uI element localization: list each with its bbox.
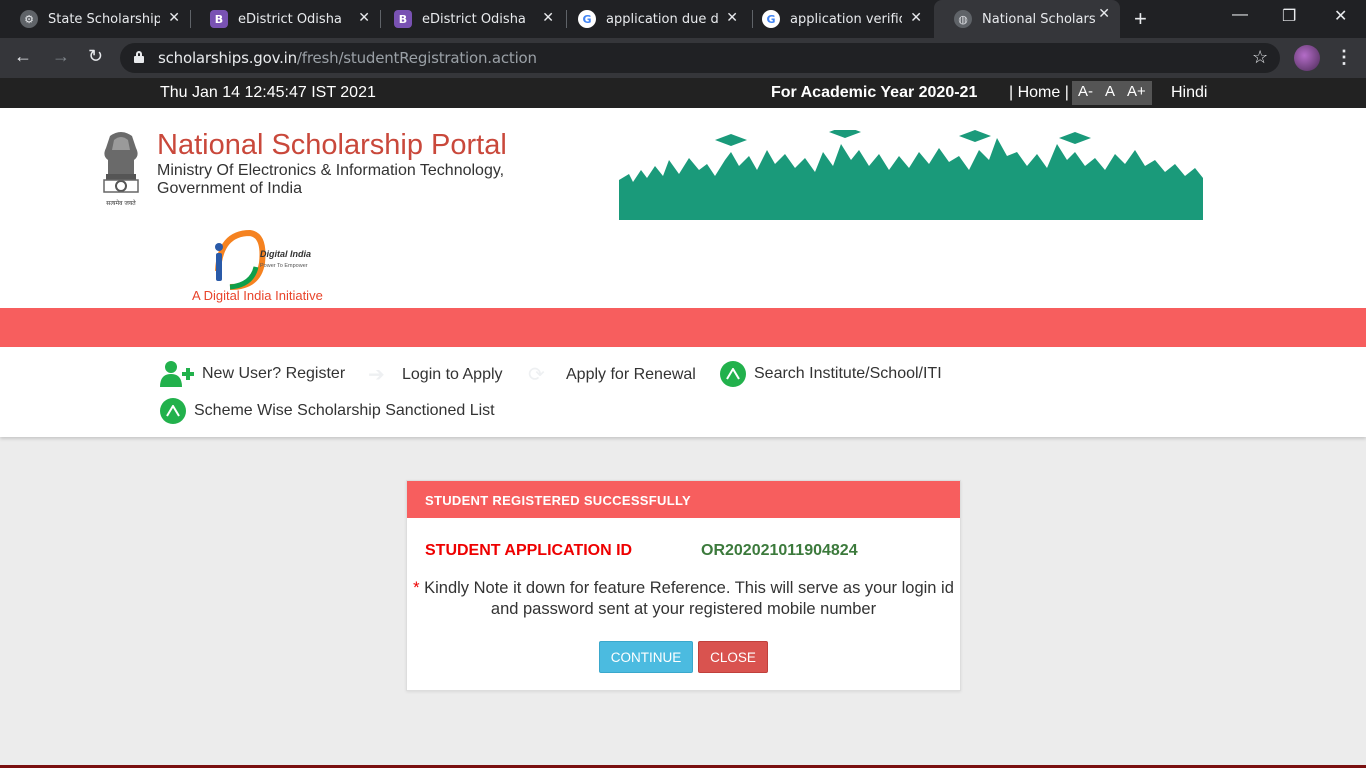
bootstrap-icon: B bbox=[210, 10, 228, 28]
font-decrease-button[interactable]: A- bbox=[1072, 81, 1099, 105]
academic-year: For Academic Year 2020-21 bbox=[771, 84, 978, 101]
ministry-text: Ministry Of Electronics & Information Te… bbox=[157, 162, 504, 198]
browser-tab[interactable]: B eDistrict Odisha ✕ bbox=[190, 4, 380, 34]
globe-icon: ◍ bbox=[954, 10, 972, 28]
login-arrow-icon: ➔ bbox=[368, 364, 385, 386]
site-top-strip: Thu Jan 14 12:45:47 IST 2021 For Academi… bbox=[0, 78, 1366, 108]
ministry-line: Ministry Of Electronics & Information Te… bbox=[157, 162, 505, 179]
menu-login-label: Login to Apply bbox=[402, 366, 503, 383]
restore-icon[interactable]: ❐ bbox=[1282, 6, 1296, 26]
font-size-controls: A- A A+ bbox=[1072, 81, 1152, 105]
browser-tab[interactable]: ⚙ State Scholarship P ✕ bbox=[0, 4, 190, 34]
note-text: Kindly Note it down for feature Referenc… bbox=[424, 579, 954, 618]
required-asterisk: * bbox=[413, 579, 420, 597]
tab-title: eDistrict Odisha bbox=[238, 11, 342, 27]
home-link[interactable]: | Home | bbox=[1009, 84, 1069, 102]
renew-icon: ⟳ bbox=[528, 364, 545, 386]
menu-sanctioned-list[interactable]: Scheme Wise Scholarship Sanctioned List bbox=[160, 398, 495, 424]
bootstrap-icon: B bbox=[394, 10, 412, 28]
header-accent-band bbox=[0, 308, 1366, 347]
menu-search-institute[interactable]: Search Institute/School/ITI bbox=[720, 361, 942, 387]
national-emblem-icon: सत्यमेव जयते bbox=[103, 132, 139, 207]
continue-button[interactable]: CONTINUE bbox=[599, 641, 693, 673]
application-id-label: STUDENT APPLICATION ID bbox=[425, 542, 633, 559]
dialog-note: * Kindly Note it down for feature Refere… bbox=[407, 578, 960, 620]
browser-tab[interactable]: B eDistrict Odisha ✕ bbox=[374, 4, 564, 34]
browser-tab-active[interactable]: ◍ National Scholarshi ✕ bbox=[934, 0, 1120, 38]
close-tab-icon[interactable]: ✕ bbox=[358, 10, 370, 26]
sanctioned-list-icon bbox=[160, 398, 186, 424]
gear-icon: ⚙ bbox=[20, 10, 38, 28]
reload-icon[interactable]: ↻ bbox=[88, 46, 103, 67]
menu-search-institute-label: Search Institute/School/ITI bbox=[754, 365, 942, 382]
font-normal-button[interactable]: A bbox=[1099, 81, 1121, 105]
menu-renewal-label: Apply for Renewal bbox=[566, 366, 696, 383]
add-user-icon bbox=[160, 361, 194, 387]
menu-renewal[interactable]: ⟳ Apply for Renewal bbox=[528, 365, 696, 385]
google-icon: G bbox=[578, 10, 596, 28]
digital-india-label: Digital India bbox=[260, 249, 311, 259]
tab-title: eDistrict Odisha bbox=[422, 11, 526, 27]
tab-title: application due dat bbox=[606, 11, 718, 27]
emblem-caption: सत्यमेव जयते bbox=[106, 199, 136, 207]
browser-tab[interactable]: G application due dat ✕ bbox=[558, 4, 748, 34]
registration-success-dialog: STUDENT REGISTERED SUCCESSFULLY STUDENT … bbox=[406, 480, 961, 691]
menu-register-label: New User? Register bbox=[202, 365, 346, 382]
close-window-icon[interactable]: ✕ bbox=[1334, 6, 1347, 26]
browser-tab[interactable]: G application verificat ✕ bbox=[742, 4, 932, 34]
browser-menu-icon[interactable]: ⋮ bbox=[1335, 47, 1353, 68]
lock-icon bbox=[134, 51, 144, 63]
close-tab-icon[interactable]: ✕ bbox=[168, 10, 180, 26]
close-tab-icon[interactable]: ✕ bbox=[726, 10, 738, 26]
url-text: scholarships.gov.in/fresh/studentRegistr… bbox=[158, 49, 537, 67]
tab-title: National Scholarshi bbox=[982, 11, 1096, 27]
browser-toolbar: ← → ↻ scholarships.gov.in/fresh/studentR… bbox=[0, 38, 1366, 78]
minimize-icon[interactable]: — bbox=[1232, 6, 1248, 24]
language-hindi-link[interactable]: Hindi bbox=[1171, 84, 1207, 102]
forward-icon[interactable]: → bbox=[52, 46, 70, 67]
main-menu: New User? Register ➔ Login to Apply ⟳ Ap… bbox=[0, 347, 1366, 437]
site-header: सत्यमेव जयते National Scholarship Portal… bbox=[0, 108, 1366, 308]
date-time: Thu Jan 14 12:45:47 IST 2021 bbox=[160, 84, 376, 101]
digital-india-tagline: Power To Empower bbox=[260, 263, 308, 269]
government-line: Government of India bbox=[157, 180, 302, 197]
profile-avatar[interactable] bbox=[1294, 45, 1320, 71]
font-increase-button[interactable]: A+ bbox=[1121, 81, 1152, 105]
close-tab-icon[interactable]: ✕ bbox=[910, 10, 922, 26]
menu-register[interactable]: New User? Register bbox=[160, 360, 345, 388]
address-bar[interactable]: scholarships.gov.in/fresh/studentRegistr… bbox=[120, 43, 1280, 73]
close-tab-icon[interactable]: ✕ bbox=[542, 10, 554, 26]
menu-sanctioned-list-label: Scheme Wise Scholarship Sanctioned List bbox=[194, 402, 495, 419]
google-icon: G bbox=[762, 10, 780, 28]
close-tab-icon[interactable]: ✕ bbox=[1098, 6, 1110, 22]
close-button[interactable]: CLOSE bbox=[698, 641, 768, 673]
tab-title: State Scholarship P bbox=[48, 11, 160, 27]
menu-login[interactable]: ➔ Login to Apply bbox=[368, 365, 503, 385]
application-id-value: OR202021011904824 bbox=[701, 542, 858, 559]
graduates-banner-image bbox=[619, 130, 1203, 220]
search-institute-icon bbox=[720, 361, 746, 387]
new-tab-icon[interactable]: + bbox=[1134, 6, 1147, 32]
bookmark-star-icon[interactable]: ☆ bbox=[1252, 47, 1268, 68]
tab-title: application verificat bbox=[790, 11, 902, 27]
digital-india-initiative: A Digital India Initiative bbox=[192, 288, 323, 303]
site-title[interactable]: National Scholarship Portal bbox=[157, 129, 507, 162]
dialog-heading: STUDENT REGISTERED SUCCESSFULLY bbox=[407, 481, 960, 518]
browser-tab-bar: ⚙ State Scholarship P ✕ B eDistrict Odis… bbox=[0, 0, 1366, 38]
back-icon[interactable]: ← bbox=[14, 46, 32, 67]
